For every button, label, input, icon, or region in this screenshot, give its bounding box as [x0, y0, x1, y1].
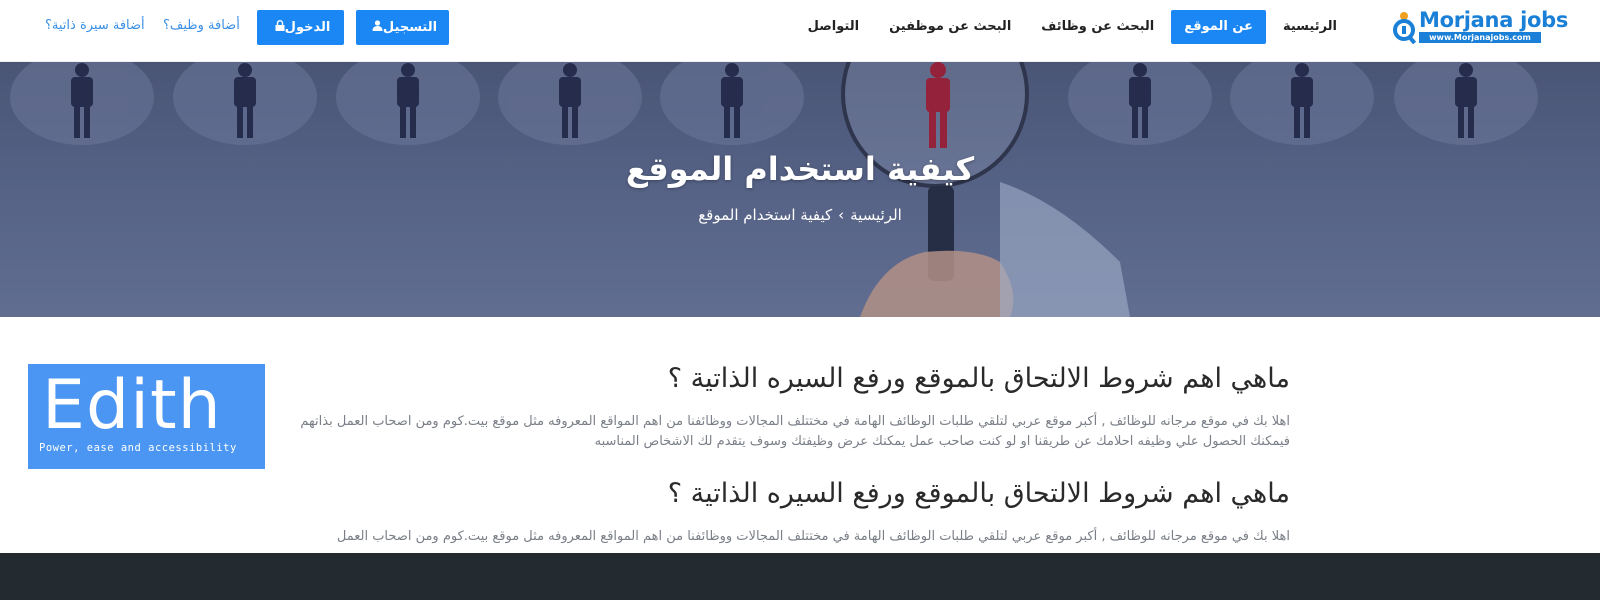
article-section: ماهي اهم شروط الالتحاق بالموقع ورفع السي…: [290, 478, 1290, 547]
article-body: اهلا بك في موقع مرجانه للوظائف , أكبر مو…: [300, 414, 1290, 449]
hero-overlay: [0, 62, 1600, 317]
article-section: ماهي اهم شروط الالتحاق بالموقع ورفع السي…: [290, 363, 1290, 452]
footer: [0, 553, 1600, 600]
logo-text: Morjana jobs: [1419, 8, 1569, 32]
register-button[interactable]: التسجيل: [356, 10, 449, 45]
navbar: Morjana jobs www.Morjanajobs.com الرئيسي…: [0, 0, 1600, 62]
breadcrumb-home[interactable]: الرئيسية: [850, 206, 902, 224]
page-title: كيفية استخدام الموقع: [625, 150, 975, 188]
breadcrumb-separator: ›: [838, 206, 845, 224]
login-button[interactable]: الدخول: [257, 10, 344, 45]
logo-url: www.Morjanajobs.com: [1419, 32, 1541, 43]
article-heading: ماهي اهم شروط الالتحاق بالموقع ورفع السي…: [667, 363, 1290, 394]
nav-item-find-employees[interactable]: البحث عن موظفين: [876, 10, 1024, 44]
add-cv-link[interactable]: أضافة سيرة ذاتية؟: [45, 18, 145, 33]
lock-icon: [275, 10, 285, 45]
register-label: التسجيل: [382, 20, 438, 35]
nav-item-contact[interactable]: التواصل: [795, 10, 872, 44]
hero-banner: كيفية استخدام الموقع الرئيسية › كيفية استخ…: [0, 62, 1600, 317]
magnifier-person-icon: [1393, 12, 1417, 44]
article-heading: ماهي اهم شروط الالتحاق بالموقع ورفع السي…: [667, 478, 1290, 509]
edith-ad-tagline: Power, ease and accessibility: [39, 442, 237, 454]
article-body: اهلا بك في موقع مرجانه للوظائف , أكبر مو…: [336, 529, 1290, 544]
edith-ad-title: Edith: [42, 366, 222, 445]
edith-ad-banner[interactable]: Edith Power, ease and accessibility: [28, 364, 265, 469]
nav-item-home[interactable]: الرئيسية: [1270, 10, 1350, 44]
site-logo[interactable]: Morjana jobs www.Morjanajobs.com: [1393, 8, 1568, 44]
breadcrumb-current: كيفية استخدام الموقع: [698, 206, 833, 224]
main-menu: الرئيسية عن الموقع البحث عن وظائف البحث …: [791, 10, 1350, 44]
add-job-link[interactable]: أضافة وظيف؟: [163, 18, 240, 33]
nav-item-find-jobs[interactable]: البحث عن وظائف: [1028, 10, 1167, 44]
nav-item-about[interactable]: عن الموقع: [1171, 10, 1266, 44]
login-label: الدخول: [284, 20, 331, 35]
user-icon: [372, 10, 383, 45]
breadcrumb: الرئيسية › كيفية استخدام الموقع: [0, 206, 1600, 224]
